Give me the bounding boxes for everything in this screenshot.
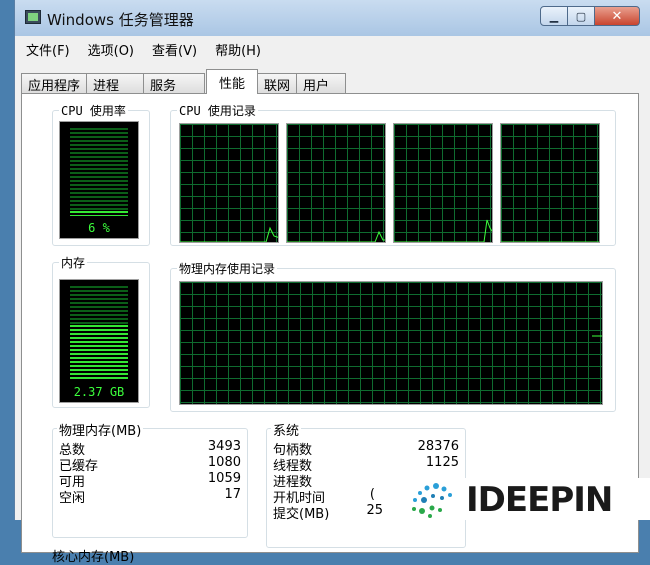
stat-value: ( xyxy=(369,487,375,502)
title-bar[interactable]: Windows 任务管理器 ▁ ▢ ✕ xyxy=(15,0,650,36)
memory-label: 内存 xyxy=(59,254,88,271)
client-area: 应用程序 进程 服务 性能 联网 用户 CPU 使用率 6 % CPU 使用记录 xyxy=(15,62,650,565)
window-title: Windows 任务管理器 xyxy=(47,11,194,29)
tab-users[interactable]: 用户 xyxy=(296,73,347,94)
tab-applications[interactable]: 应用程序 xyxy=(21,73,88,94)
cpu-usage-value: 6 % xyxy=(88,221,110,235)
tab-processes[interactable]: 进程 xyxy=(86,73,145,94)
memory-group: 内存 2.37 GB xyxy=(52,254,150,408)
cpu-meter-bar-left xyxy=(70,128,99,216)
kernel-memory-title: 核心内存(MB) xyxy=(52,550,135,565)
usage-line xyxy=(180,226,278,242)
tab-performance[interactable]: 性能 xyxy=(206,69,259,94)
stat-row-free: 空闲 17 xyxy=(59,487,241,506)
memory-history-graph xyxy=(179,281,603,405)
memory-value: 2.37 GB xyxy=(73,385,125,399)
watermark-text: IDEEPIN xyxy=(466,480,613,520)
memory-history-label: 物理内存使用记录 xyxy=(177,260,278,277)
stat-row-handles: 句柄数 28376 xyxy=(273,439,459,458)
cpu-history-graph-core2 xyxy=(286,123,386,243)
stat-value: 28376 xyxy=(417,439,459,454)
cpu-usage-label: CPU 使用率 xyxy=(59,102,128,119)
tab-strip: 应用程序 进程 服务 性能 联网 用户 xyxy=(21,69,347,94)
stat-value: 3493 xyxy=(207,439,241,454)
stat-row-total: 总数 3493 xyxy=(59,439,241,458)
close-button[interactable]: ✕ xyxy=(594,6,640,26)
cpu-usage-group: CPU 使用率 6 % xyxy=(52,102,150,246)
cpu-history-graph-core2-trace xyxy=(287,230,385,242)
cpu-history-label: CPU 使用记录 xyxy=(177,102,258,119)
stat-value: 25 xyxy=(366,503,383,518)
system-title: 系统 xyxy=(271,420,302,439)
menu-bar: 文件(F) 选项(O) 查看(V) 帮助(H) xyxy=(15,36,650,63)
stat-value: 1080 xyxy=(207,455,241,470)
cpu-meter-bars xyxy=(70,128,128,216)
tab-services[interactable]: 服务 xyxy=(143,73,206,94)
cpu-meter-fill xyxy=(70,210,99,216)
cpu-history-graph-core4-trace xyxy=(501,241,599,242)
memory-meter-fill xyxy=(99,325,128,380)
maximize-button[interactable]: ▢ xyxy=(567,6,595,26)
menu-file[interactable]: 文件(F) xyxy=(19,40,77,59)
menu-view[interactable]: 查看(V) xyxy=(145,40,204,59)
memory-meter-bars xyxy=(70,286,128,380)
physical-memory-group: 物理内存(MB) 总数 3493 已缓存 1080 可用 1059 空闲 17 xyxy=(52,420,248,538)
stat-row-cached: 已缓存 1080 xyxy=(59,455,241,474)
caption-buttons: ▁ ▢ ✕ xyxy=(540,6,640,26)
memory-history-group: 物理内存使用记录 xyxy=(170,260,616,412)
usage-line xyxy=(394,219,492,242)
usage-line xyxy=(287,230,385,242)
cpu-history-graph-core1-trace xyxy=(180,226,278,242)
stat-value: 1059 xyxy=(207,471,241,486)
cpu-history-graph-core3 xyxy=(393,123,493,243)
memory-history-graph-trace xyxy=(592,335,602,337)
cpu-meter-bar-right xyxy=(99,128,128,216)
memory-meter-bar-left xyxy=(70,286,99,380)
watermark-logo-icon xyxy=(412,483,452,518)
physical-memory-title: 物理内存(MB) xyxy=(57,420,144,439)
stat-row-available: 可用 1059 xyxy=(59,471,241,490)
cpu-history-graph-core4 xyxy=(500,123,600,243)
stat-label: 空闲 xyxy=(59,491,86,506)
stat-row-threads: 线程数 1125 xyxy=(273,455,459,474)
task-manager-icon xyxy=(25,10,41,24)
cpu-history-graph-core1 xyxy=(179,123,279,243)
cpu-usage-meter: 6 % xyxy=(59,121,139,239)
tab-networking[interactable]: 联网 xyxy=(257,73,298,94)
task-manager-window: Windows 任务管理器 ▁ ▢ ✕ 文件(F) 选项(O) 查看(V) 帮助… xyxy=(14,0,650,565)
stat-value: 17 xyxy=(224,487,241,502)
cpu-meter-fill xyxy=(99,210,128,216)
minimize-button[interactable]: ▁ xyxy=(540,6,568,26)
stat-value: 1125 xyxy=(425,455,459,470)
watermark: IDEEPIN xyxy=(392,478,650,520)
memory-meter: 2.37 GB xyxy=(59,279,139,403)
cpu-history-group: CPU 使用记录 xyxy=(170,102,616,246)
menu-help[interactable]: 帮助(H) xyxy=(208,40,268,59)
cpu-history-graph-core3-trace xyxy=(394,219,492,242)
menu-options[interactable]: 选项(O) xyxy=(81,40,141,59)
memory-meter-bar-right xyxy=(99,286,128,380)
memory-meter-fill xyxy=(70,325,99,380)
